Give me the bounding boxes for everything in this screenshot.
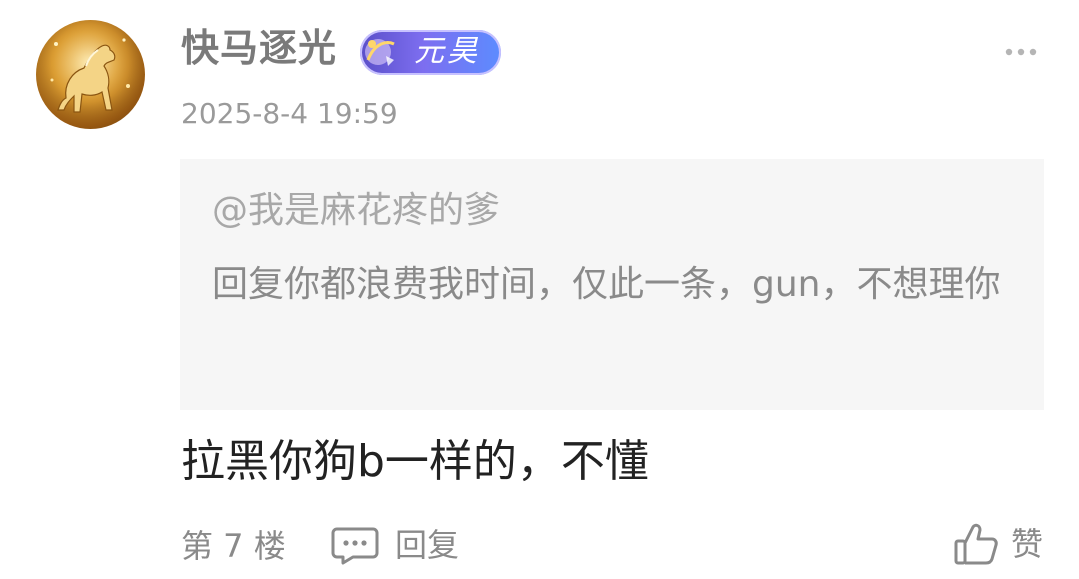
avatar[interactable]	[36, 20, 145, 129]
comment-text: 拉黑你狗b一样的，不懂	[181, 436, 649, 487]
more-button[interactable]	[1005, 40, 1037, 64]
username[interactable]: 快马逐光	[181, 26, 337, 70]
comment-bubble-icon	[331, 527, 379, 565]
like-button[interactable]: 赞	[953, 519, 1043, 569]
badge-label: 元昊	[414, 34, 480, 69]
reply-label: 回复	[395, 526, 460, 564]
badge-ornament-icon	[365, 39, 395, 66]
like-label: 赞	[1010, 525, 1043, 563]
quoted-reply[interactable]: @我是麻花疼的爹 回复你都浪费我时间，仅此一条，gun，不想理你	[180, 159, 1044, 410]
reply-button[interactable]: 回复	[331, 521, 459, 569]
quoted-text: 回复你都浪费我时间，仅此一条，gun，不想理你	[212, 264, 1001, 305]
floor-number: 第 7 楼	[181, 527, 286, 565]
post-timestamp: 2025-8-4 19:59	[181, 97, 398, 130]
user-badge[interactable]: 元昊	[360, 30, 501, 75]
golden-horse-avatar	[36, 20, 144, 128]
thumbs-up-icon	[954, 523, 998, 565]
quoted-user-mention[interactable]: @我是麻花疼的爹	[212, 187, 500, 235]
more-dots-icon	[1005, 48, 1037, 56]
